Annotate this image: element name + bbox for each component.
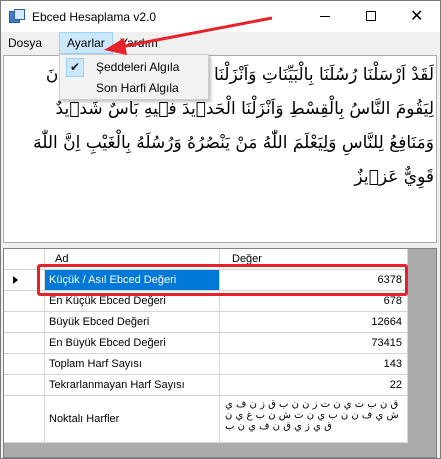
menu-bar: Dosya Ayarlar Yardım [1, 32, 440, 54]
cell-value[interactable]: ق ن ب ت ي ن ت ز ن ن ب ق ز ن ف ي ش ي ف ن … [220, 396, 408, 443]
maximize-button[interactable] [348, 1, 394, 32]
menu-ayarlar[interactable]: Ayarlar [59, 32, 113, 54]
minimize-button[interactable] [302, 1, 348, 32]
app-icon [9, 9, 25, 25]
cell-name[interactable]: Büyük Ebced Değeri [45, 312, 220, 333]
maximize-icon [366, 11, 376, 21]
cell-name[interactable]: En Büyük Ebced Değeri [45, 333, 220, 354]
row-header[interactable] [4, 354, 45, 375]
menu-dosya[interactable]: Dosya [1, 32, 49, 54]
row-header[interactable] [4, 333, 45, 354]
table-row[interactable]: Noktalı Harfler ق ن ب ت ي ن ت ز ن ن ب ق … [4, 396, 408, 443]
menu-item-label: Şeddeleri Algıla [96, 60, 180, 74]
row-header[interactable] [4, 396, 45, 443]
cell-value[interactable]: 22 [220, 375, 408, 396]
table-row[interactable]: Büyük Ebced Değeri 12664 [4, 312, 408, 333]
menu-item-son-harfi-algila[interactable]: Son Harfi Algıla [62, 78, 206, 99]
app-window: Ebced Hesaplama v2.0 ✕ Dosya Ayarlar Yar… [0, 0, 441, 459]
grid-empty-header [408, 249, 436, 270]
table-row[interactable]: Toplam Harf Sayısı 143 [4, 354, 408, 375]
close-button[interactable]: ✕ [394, 1, 440, 32]
menu-yardim[interactable]: Yardım [113, 32, 165, 54]
row-header[interactable] [4, 312, 45, 333]
table-row[interactable]: En Büyük Ebced Değeri 73415 [4, 333, 408, 354]
row-header[interactable] [4, 375, 45, 396]
cell-name[interactable]: Noktalı Harfler [45, 396, 220, 443]
table-row[interactable]: Tekrarlanmayan Harf Sayısı 22 [4, 375, 408, 396]
cell-value[interactable]: 73415 [220, 333, 408, 354]
close-icon: ✕ [410, 6, 424, 25]
cell-value[interactable]: 143 [220, 354, 408, 375]
current-row-arrow-icon [13, 276, 18, 284]
highlight-box [37, 264, 408, 296]
menu-item-seddeleri-algila[interactable]: ✔ Şeddeleri Algıla [62, 57, 206, 78]
checkmark-icon: ✔ [66, 58, 84, 77]
menu-item-label: Son Harfi Algıla [96, 81, 179, 95]
cell-name[interactable]: Tekrarlanmayan Harf Sayısı [45, 375, 220, 396]
ayarlar-dropdown: ✔ Şeddeleri Algıla Son Harfi Algıla [59, 54, 209, 100]
title-bar: Ebced Hesaplama v2.0 ✕ [1, 1, 440, 32]
cell-name[interactable]: Toplam Harf Sayısı [45, 354, 220, 375]
cell-value[interactable]: 12664 [220, 312, 408, 333]
window-title: Ebced Hesaplama v2.0 [32, 10, 157, 24]
minimize-icon [320, 16, 330, 17]
